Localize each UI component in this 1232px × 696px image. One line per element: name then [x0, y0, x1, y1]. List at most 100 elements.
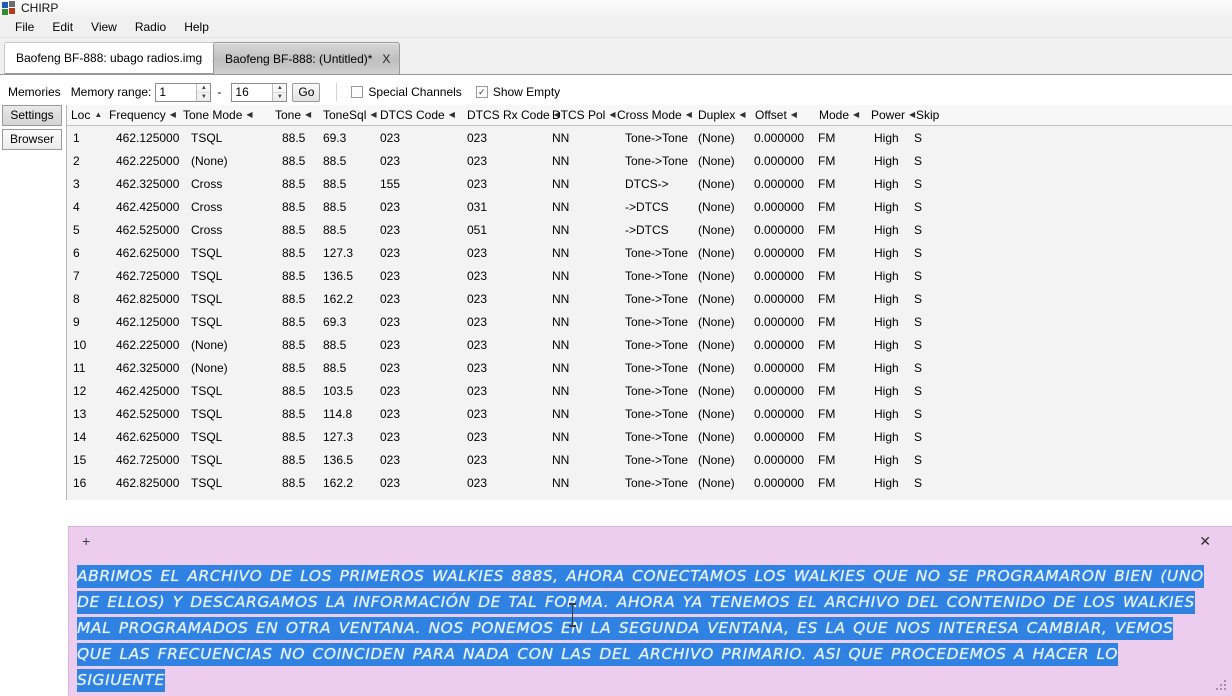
cell-freq[interactable]: 462.125000	[105, 131, 179, 145]
cell-loc[interactable]: 2	[67, 154, 105, 168]
cell-dtcs[interactable]: 023	[376, 292, 463, 306]
cell-power[interactable]: High	[865, 384, 907, 398]
cell-dtcsrx[interactable]: 031	[463, 200, 548, 214]
cell-dtcsrx[interactable]: 023	[463, 453, 548, 467]
menu-item-edit[interactable]: Edit	[43, 17, 82, 37]
sort-ascending-icon[interactable]: ▲	[94, 111, 102, 119]
cell-tone[interactable]: 88.5	[263, 154, 319, 168]
cell-offset[interactable]: 0.000000	[751, 154, 815, 168]
cell-offset[interactable]: 0.000000	[751, 361, 815, 375]
stepper-up-icon[interactable]: ▲	[197, 84, 211, 93]
special-channels-checkbox[interactable]	[351, 86, 364, 98]
cell-dtcspol[interactable]: NN	[548, 407, 613, 421]
column-header-dtcspol[interactable]: DTCS Pol ◀	[548, 105, 616, 125]
column-header-offset[interactable]: Offset ◀	[751, 105, 815, 125]
table-row[interactable]: 4 462.425000 Cross 88.5 88.5 023 031 NN ->DTCS (N…	[67, 195, 1232, 218]
stepper-down-icon[interactable]: ▼	[273, 93, 286, 101]
cell-tonesql[interactable]: 88.5	[319, 361, 376, 375]
memory-range-start-stepper[interactable]: ▲ ▼	[155, 82, 212, 102]
menu-item-help[interactable]: Help	[175, 17, 218, 37]
cell-offset[interactable]: 0.000000	[751, 430, 815, 444]
cell-cross[interactable]: Tone->Tone	[613, 292, 694, 306]
cell-tone[interactable]: 88.5	[263, 453, 319, 467]
cell-power[interactable]: High	[865, 430, 907, 444]
cell-tonemode[interactable]: (None)	[179, 361, 263, 375]
cell-tonemode[interactable]: TSQL	[179, 453, 263, 467]
cell-dtcsrx[interactable]: 051	[463, 223, 548, 237]
cell-skip[interactable]: S	[907, 269, 967, 283]
cell-dtcs[interactable]: 023	[376, 407, 463, 421]
cell-duplex[interactable]: (None)	[694, 407, 751, 421]
cell-skip[interactable]: S	[907, 177, 967, 191]
cell-freq[interactable]: 462.725000	[105, 269, 179, 283]
cell-tonesql[interactable]: 88.5	[319, 223, 376, 237]
cell-offset[interactable]: 0.000000	[751, 200, 815, 214]
cell-skip[interactable]: S	[907, 292, 967, 306]
cell-dtcs[interactable]: 023	[376, 200, 463, 214]
cell-tonemode[interactable]: TSQL	[179, 315, 263, 329]
cell-loc[interactable]: 15	[67, 453, 105, 467]
cell-power[interactable]: High	[865, 361, 907, 375]
cell-duplex[interactable]: (None)	[694, 269, 751, 283]
cell-dtcsrx[interactable]: 023	[463, 177, 548, 191]
cell-tone[interactable]: 88.5	[263, 269, 319, 283]
memory-range-end-stepper[interactable]: ▲ ▼	[231, 82, 288, 102]
cell-dtcspol[interactable]: NN	[548, 430, 613, 444]
cell-tonesql[interactable]: 114.8	[319, 407, 376, 421]
cell-tonemode[interactable]: TSQL	[179, 292, 263, 306]
cell-duplex[interactable]: (None)	[694, 154, 751, 168]
cell-skip[interactable]: S	[907, 131, 967, 145]
table-row[interactable]: 13 462.525000 TSQL 88.5 114.8 023 023 NN Tone->T…	[67, 402, 1232, 425]
cell-offset[interactable]: 0.000000	[751, 223, 815, 237]
column-header-power[interactable]: Power ◀	[865, 105, 915, 125]
cell-dtcspol[interactable]: NN	[548, 476, 613, 490]
cell-loc[interactable]: 14	[67, 430, 105, 444]
annotation-text[interactable]: ABRIMOS EL ARCHIVO DE LOS PRIMEROS WALKI…	[77, 563, 1213, 693]
cell-power[interactable]: High	[865, 338, 907, 352]
table-row[interactable]: 8 462.825000 TSQL 88.5 162.2 023 023 NN Tone->To…	[67, 287, 1232, 310]
cell-duplex[interactable]: (None)	[694, 361, 751, 375]
column-header-tone[interactable]: Tone ◀	[263, 105, 319, 125]
cell-dtcspol[interactable]: NN	[548, 292, 613, 306]
cell-dtcsrx[interactable]: 023	[463, 131, 548, 145]
cell-dtcsrx[interactable]: 023	[463, 315, 548, 329]
cell-duplex[interactable]: (None)	[694, 131, 751, 145]
cell-freq[interactable]: 462.725000	[105, 453, 179, 467]
cell-offset[interactable]: 0.000000	[751, 384, 815, 398]
column-header-dtcsrx[interactable]: DTCS Rx Code ◀	[463, 105, 560, 125]
cell-tonemode[interactable]: Cross	[179, 223, 263, 237]
menu-item-view[interactable]: View	[82, 17, 126, 37]
cell-freq[interactable]: 462.525000	[105, 407, 179, 421]
cell-mode[interactable]: FM	[815, 476, 865, 490]
column-header-duplex[interactable]: Duplex ◀	[694, 105, 751, 125]
column-header-loc[interactable]: Loc ▲	[67, 105, 105, 125]
cell-cross[interactable]: Tone->Tone	[613, 430, 694, 444]
cell-power[interactable]: High	[865, 476, 907, 490]
cell-skip[interactable]: S	[907, 430, 967, 444]
cell-dtcspol[interactable]: NN	[548, 177, 613, 191]
cell-mode[interactable]: FM	[815, 177, 865, 191]
cell-skip[interactable]: S	[907, 246, 967, 260]
show-empty-checkbox-group[interactable]: Show Empty	[475, 85, 560, 99]
cell-duplex[interactable]: (None)	[694, 200, 751, 214]
cell-cross[interactable]: Tone->Tone	[613, 338, 694, 352]
cell-freq[interactable]: 462.525000	[105, 223, 179, 237]
cell-dtcsrx[interactable]: 023	[463, 476, 548, 490]
memory-range-start-input[interactable]	[156, 83, 197, 101]
column-menu-icon[interactable]: ◀	[449, 111, 455, 119]
cell-offset[interactable]: 0.000000	[751, 269, 815, 283]
show-empty-checkbox[interactable]	[475, 86, 488, 98]
cell-freq[interactable]: 462.625000	[105, 430, 179, 444]
table-row[interactable]: 15 462.725000 TSQL 88.5 136.5 023 023 NN Tone->T…	[67, 448, 1232, 471]
cell-tonesql[interactable]: 88.5	[319, 177, 376, 191]
cell-tonemode[interactable]: (None)	[179, 154, 263, 168]
cell-power[interactable]: High	[865, 200, 907, 214]
cell-duplex[interactable]: (None)	[694, 246, 751, 260]
cell-tonemode[interactable]: Cross	[179, 177, 263, 191]
cell-dtcsrx[interactable]: 023	[463, 384, 548, 398]
cell-tonemode[interactable]: TSQL	[179, 246, 263, 260]
cell-mode[interactable]: FM	[815, 223, 865, 237]
cell-skip[interactable]: S	[907, 476, 967, 490]
cell-tone[interactable]: 88.5	[263, 407, 319, 421]
cell-dtcspol[interactable]: NN	[548, 338, 613, 352]
